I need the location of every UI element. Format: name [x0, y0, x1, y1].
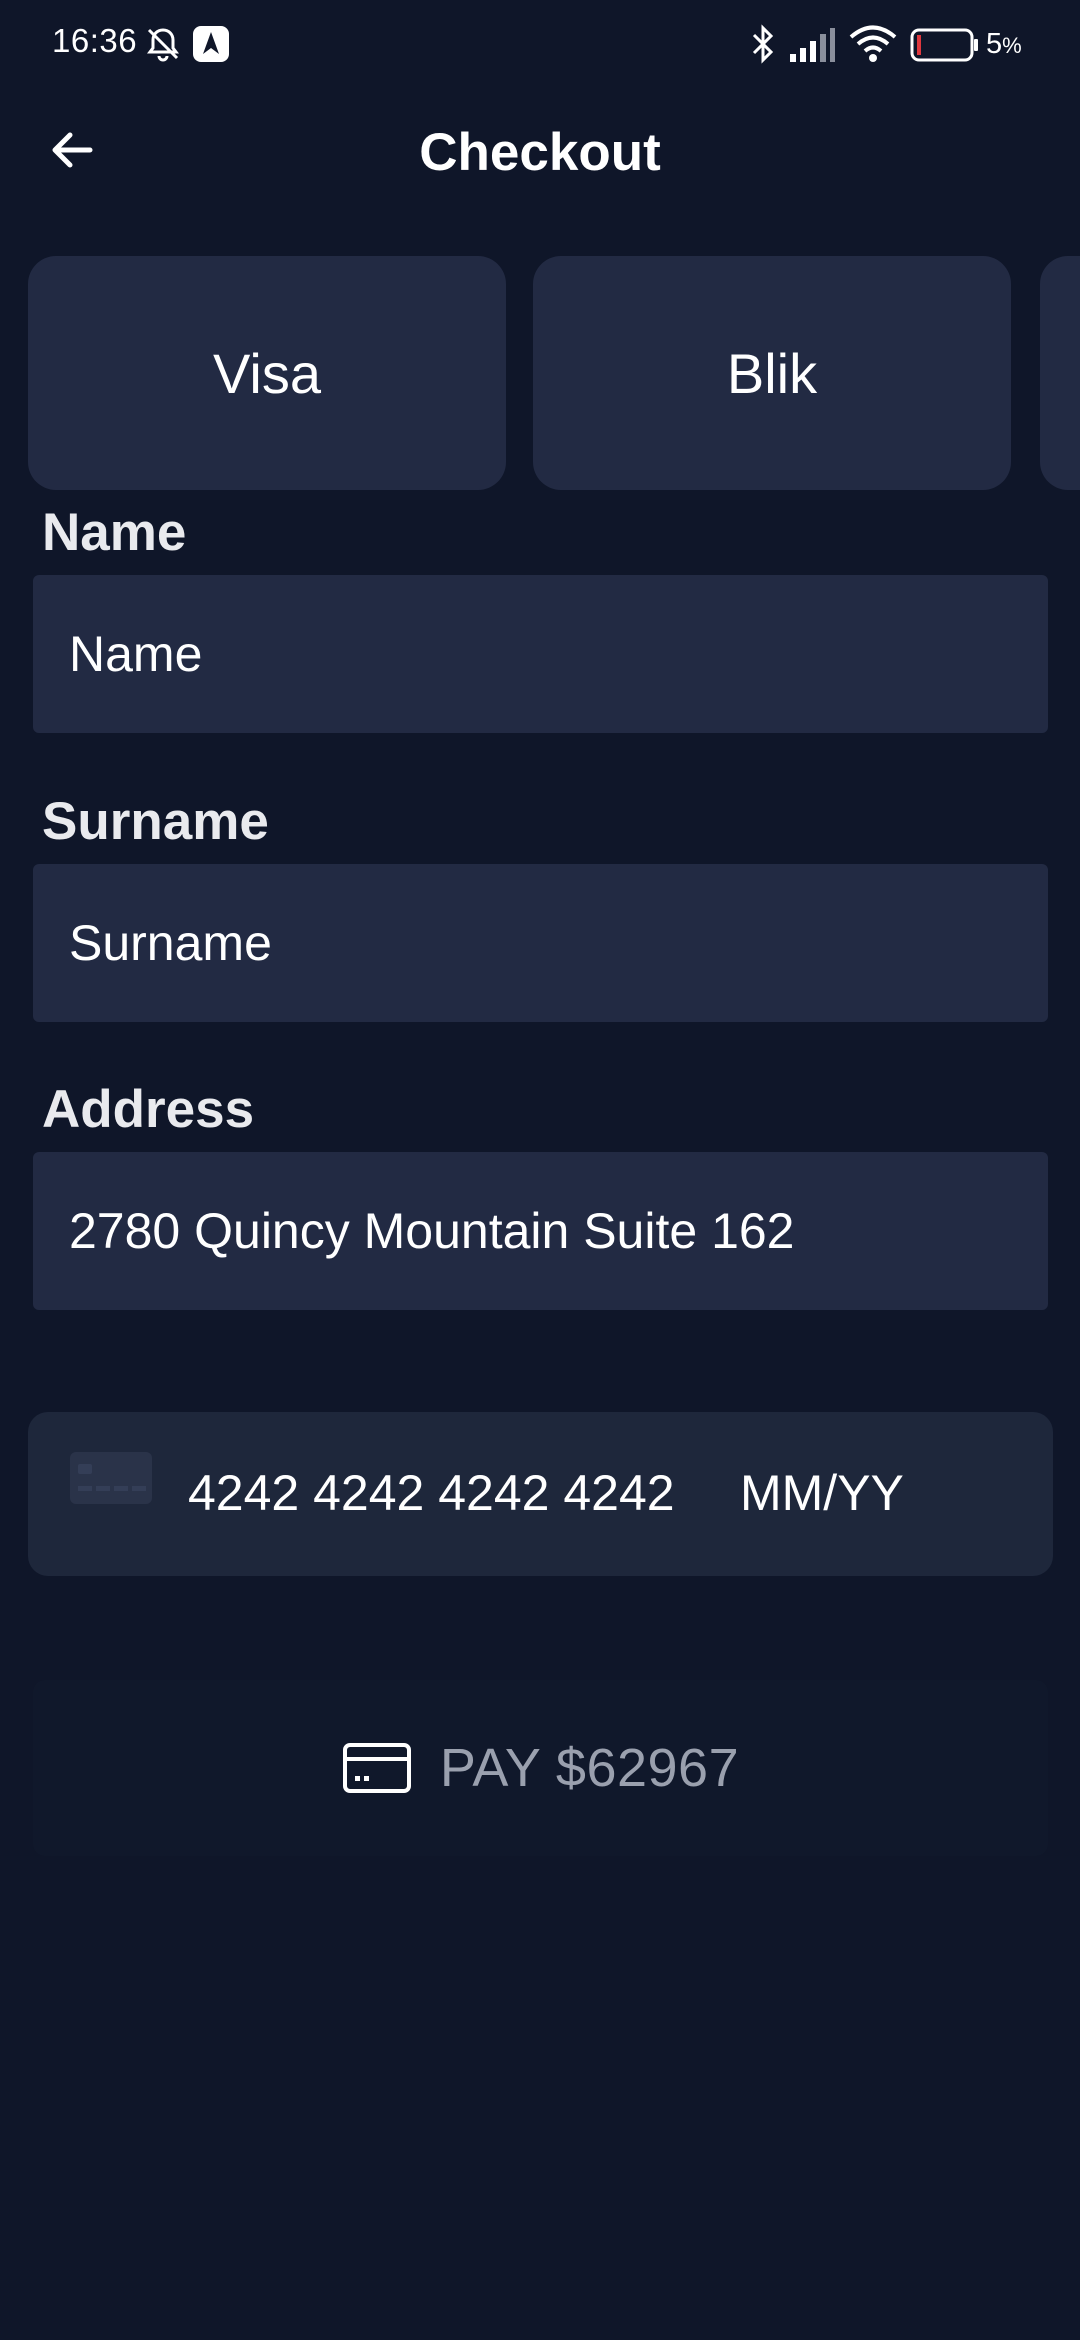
payment-method-blik[interactable]: Blik: [533, 256, 1011, 490]
address-label: Address: [42, 1080, 255, 1139]
card-number-input[interactable]: 4242 4242 4242 4242: [188, 1464, 675, 1522]
surname-input[interactable]: [33, 864, 1048, 1022]
card-input-field[interactable]: 4242 4242 4242 4242 MM/YY: [28, 1412, 1053, 1576]
name-input[interactable]: [33, 575, 1048, 733]
payment-method-list[interactable]: Visa Blik: [0, 256, 1080, 490]
credit-card-icon: [342, 1743, 411, 1793]
payment-method-visa[interactable]: Visa: [28, 256, 506, 490]
pay-button-label: PAY $62967: [439, 1738, 740, 1798]
wifi-icon: [849, 25, 897, 62]
signal-icon: [790, 28, 835, 62]
surname-label: Surname: [42, 792, 269, 851]
page-title: Checkout: [419, 123, 661, 182]
app-notification-icon: [193, 26, 229, 62]
status-bar: 16:36 5%: [0, 0, 1080, 90]
pay-button[interactable]: PAY $62967: [33, 1680, 1048, 1856]
name-label: Name: [42, 503, 187, 562]
status-time: 16:36: [52, 22, 138, 59]
battery-level: 5%: [986, 28, 1022, 60]
bell-muted-icon: [147, 28, 179, 62]
card-brand-icon: [70, 1452, 152, 1504]
battery-icon: [910, 28, 978, 62]
card-expiry-input[interactable]: MM/YY: [740, 1464, 904, 1522]
address-input[interactable]: [33, 1152, 1048, 1310]
bluetooth-icon: [752, 24, 774, 64]
payment-method-more[interactable]: [1040, 256, 1080, 490]
